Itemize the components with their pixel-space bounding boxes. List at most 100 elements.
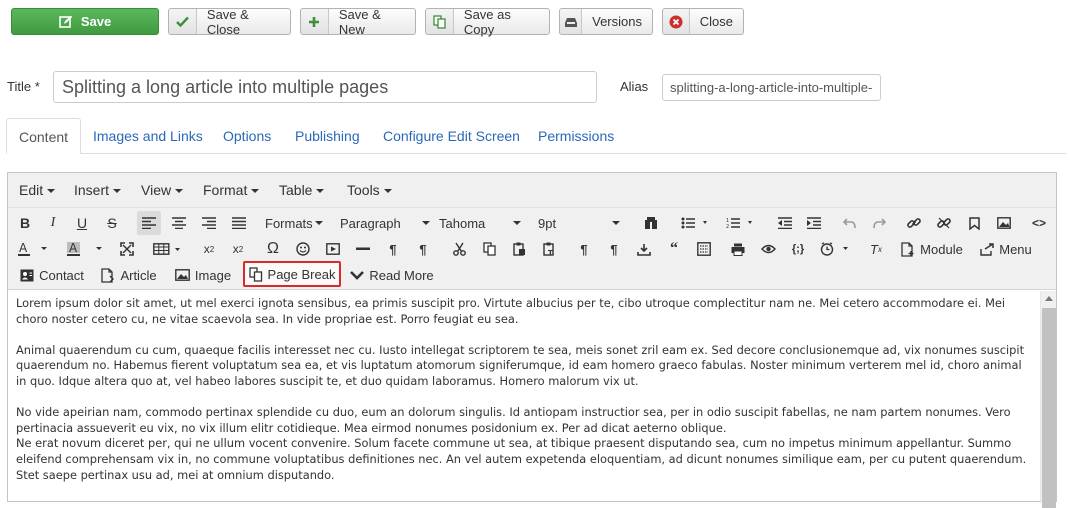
menu-format[interactable]: Format [203, 182, 260, 198]
paragraph: No vide apeirian nam, commodo pertinax s… [16, 405, 1011, 435]
alias-input[interactable] [662, 74, 881, 101]
fullscreen-icon[interactable] [116, 237, 138, 261]
page-break-label: Page Break [267, 266, 336, 282]
redo-icon[interactable] [868, 211, 890, 235]
visual-chars-icon[interactable]: ¶ [573, 237, 595, 261]
text-color-icon[interactable]: A [16, 237, 54, 261]
scrollbar-thumb[interactable] [1042, 308, 1056, 508]
svg-text:A: A [19, 241, 28, 255]
svg-text:T: T [548, 249, 553, 256]
menu-edit[interactable]: Edit [19, 182, 56, 198]
rich-text-editor: Edit Insert View Format Table Tools B I … [7, 172, 1057, 508]
find-replace-icon[interactable] [640, 211, 662, 235]
save-new-button[interactable]: Save & New [300, 6, 416, 37]
menu-insert[interactable]: Insert [74, 182, 122, 198]
background-color-icon[interactable]: A [64, 237, 108, 261]
module-button[interactable]: Module [898, 237, 966, 261]
paragraph: Ne erat novum diceret per, qui ne ullum … [16, 436, 1027, 482]
block-format-dropdown[interactable]: Paragraph [340, 211, 430, 235]
tab-permissions[interactable]: Permissions [538, 118, 614, 154]
ltr-icon[interactable]: ¶ [382, 237, 404, 261]
clear-formatting-icon[interactable]: Tx [865, 237, 887, 261]
superscript-icon[interactable]: x2 [227, 237, 249, 261]
align-justify-icon[interactable] [227, 211, 251, 235]
save-close-button[interactable]: Save & Close [168, 6, 291, 37]
numbered-list-icon[interactable]: 12 [723, 211, 759, 235]
align-right-icon[interactable] [197, 211, 221, 235]
title-input[interactable] [53, 71, 597, 103]
bold-icon[interactable]: B [14, 211, 36, 235]
print-icon[interactable] [727, 237, 749, 261]
image-label: Image [194, 267, 232, 283]
tab-content[interactable]: Content [6, 118, 82, 154]
alias-label: Alias [620, 79, 649, 94]
editor-content-area[interactable]: Lorem ipsum dolor sit amet, ut mel exerc… [8, 291, 1040, 501]
article-button[interactable]: Article [98, 263, 160, 287]
module-label: Module [920, 241, 963, 257]
menu-table[interactable]: Table [279, 182, 325, 198]
save-as-copy-button[interactable]: Save as Copy [425, 6, 550, 37]
paste-icon[interactable] [508, 237, 530, 261]
insert-datetime-icon[interactable] [633, 237, 655, 261]
font-size-dropdown[interactable]: 9pt [538, 211, 620, 235]
align-left-icon[interactable] [137, 211, 161, 235]
media-icon[interactable] [322, 237, 344, 261]
plus-icon [301, 9, 329, 34]
cut-icon[interactable] [448, 237, 470, 261]
table-icon[interactable] [151, 237, 187, 261]
template-icon[interactable] [693, 237, 715, 261]
page-break-button[interactable]: Page Break [243, 261, 341, 287]
image-icon[interactable] [993, 211, 1015, 235]
save-label: Save [80, 14, 112, 29]
outdent-icon[interactable] [774, 211, 796, 235]
blockquote-icon[interactable]: “ [663, 237, 685, 261]
menu-view[interactable]: View [141, 182, 184, 198]
paste-as-text-icon[interactable]: T [538, 237, 560, 261]
check-icon [169, 9, 197, 34]
code-sample-icon[interactable]: {;} [787, 237, 809, 261]
scroll-up-icon[interactable] [1041, 291, 1056, 305]
save-as-copy-label: Save as Copy [463, 6, 511, 37]
editor-scrollbar[interactable] [1040, 291, 1056, 508]
underline-icon[interactable]: U [71, 211, 93, 235]
versions-label: Versions [592, 14, 642, 29]
emoticons-icon[interactable] [292, 237, 314, 261]
link-icon[interactable] [903, 211, 925, 235]
subscript-icon[interactable]: x2 [198, 237, 220, 261]
non-breaking-icon[interactable]: ¶ [603, 237, 625, 261]
code-icon[interactable]: <> [1028, 211, 1050, 235]
strikethrough-icon[interactable]: S [101, 211, 123, 235]
bookmark-icon[interactable] [963, 211, 985, 235]
formats-dropdown[interactable]: Formats [265, 211, 323, 235]
bullet-list-icon[interactable] [678, 211, 714, 235]
menu-button[interactable]: Menu [978, 237, 1034, 261]
save-new-label: Save & New [338, 6, 381, 37]
align-center-icon[interactable] [167, 211, 191, 235]
undo-icon[interactable] [838, 211, 860, 235]
italic-icon[interactable]: I [42, 211, 64, 235]
font-family-dropdown[interactable]: Tahoma [439, 211, 521, 235]
editor-toolbar: B I U S Formats Paragraph Tahoma 9pt 12 [8, 208, 1056, 290]
menu-tools[interactable]: Tools [347, 182, 392, 198]
tab-images-and-links[interactable]: Images and Links [93, 118, 203, 154]
versions-button[interactable]: Versions [559, 8, 653, 35]
indent-icon[interactable] [803, 211, 825, 235]
tab-options[interactable]: Options [223, 118, 271, 154]
preview-icon[interactable] [757, 237, 779, 261]
unlink-icon[interactable] [933, 211, 955, 235]
contact-button[interactable]: Contact [18, 263, 86, 287]
rtl-icon[interactable]: ¶ [412, 237, 434, 261]
save-close-label: Save & Close [206, 6, 249, 37]
clock-icon[interactable] [818, 237, 854, 261]
svg-text:2: 2 [726, 224, 729, 229]
special-character-icon[interactable]: Ω [262, 237, 284, 261]
copy-icon[interactable] [478, 237, 500, 261]
edit-icon [59, 9, 73, 34]
tab-configure-edit-screen[interactable]: Configure Edit Screen [383, 118, 520, 154]
horizontal-rule-icon[interactable] [352, 237, 374, 261]
read-more-button[interactable]: Read More [350, 263, 434, 287]
close-button[interactable]: Close [662, 8, 744, 35]
tab-publishing[interactable]: Publishing [295, 118, 360, 154]
save-button[interactable]: Save [11, 8, 159, 35]
image-button[interactable]: Image [172, 263, 234, 287]
